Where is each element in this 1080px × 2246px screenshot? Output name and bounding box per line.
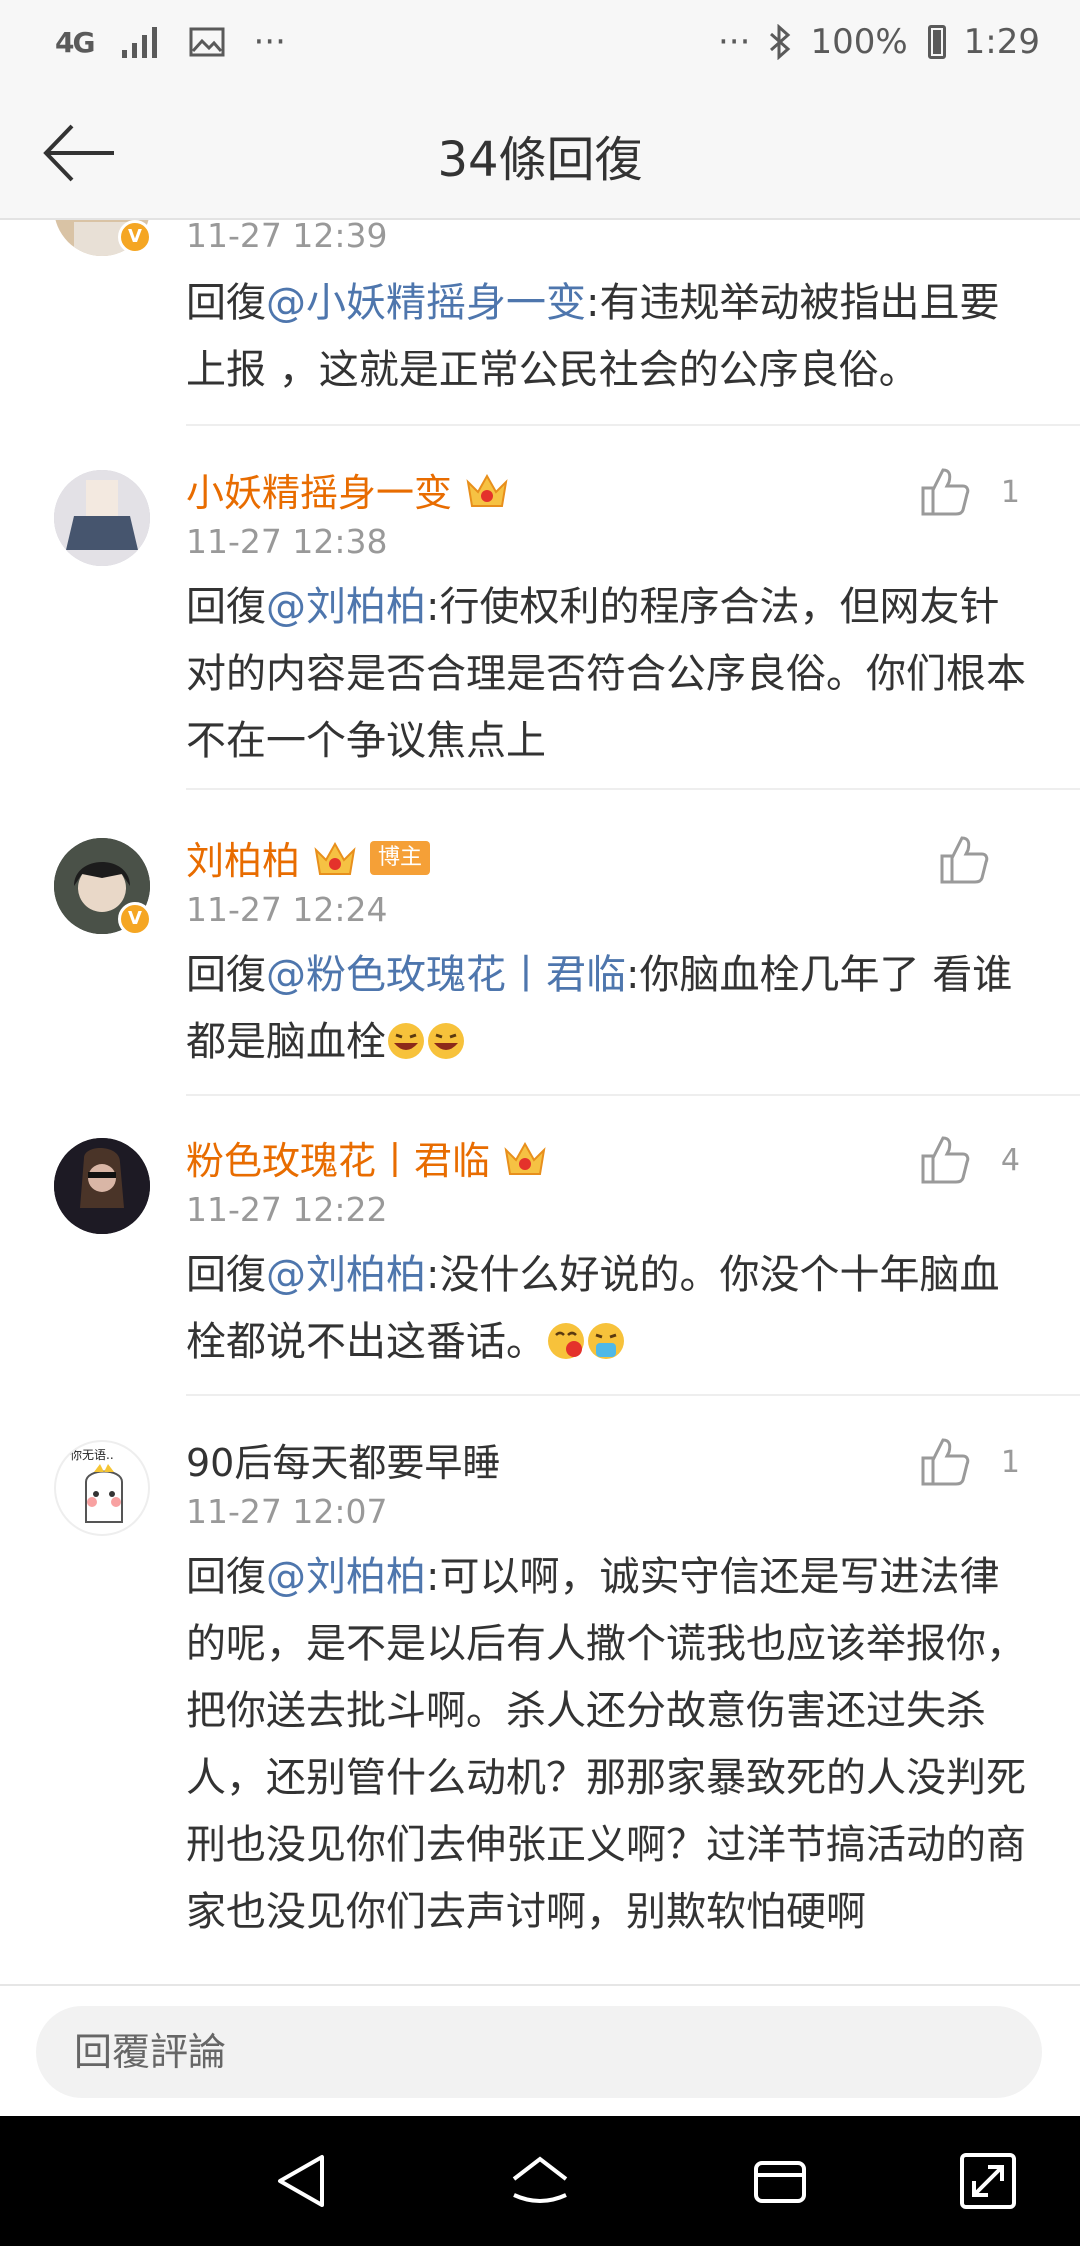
avatar[interactable]: [54, 1138, 150, 1234]
divider: [186, 1094, 1080, 1096]
username[interactable]: 刘柏柏 博主: [186, 830, 431, 885]
thumbs-up-icon: [921, 1438, 970, 1486]
username[interactable]: 粉色玫瑰花丨君临: [186, 1130, 548, 1185]
username[interactable]: 小妖精摇身一变: [186, 462, 510, 517]
avatar[interactable]: [54, 470, 150, 566]
avatar[interactable]: 你无语..: [54, 1440, 150, 1536]
divider: [186, 788, 1080, 790]
mention-link[interactable]: @粉色玫瑰花丨君临: [266, 952, 626, 998]
divider: [186, 424, 1080, 426]
image-icon: [189, 27, 225, 57]
comment-time: 11-27 12:22: [186, 1190, 388, 1229]
page-title: 34條回復: [437, 132, 643, 188]
reply-bar: 回覆評論: [0, 1984, 1080, 2118]
verified-icon: V: [118, 902, 152, 936]
comment-list[interactable]: V 11-27 12:39 回復@小妖精摇身一变:有违规举动被指出且要上报 ，这…: [0, 220, 1080, 1984]
reply-input[interactable]: 回覆評論: [36, 2006, 1042, 2098]
like-button[interactable]: 1: [919, 466, 1020, 518]
crown-icon: [314, 841, 356, 875]
mention-link[interactable]: @小妖精摇身一变: [266, 280, 586, 326]
comment-text[interactable]: 回復@小妖精摇身一变:有违规举动被指出且要上报 ，这就是正常公民社会的公序良俗。: [186, 270, 1036, 404]
thumbs-up-icon: [940, 836, 989, 884]
comment-time: 11-27 12:07: [186, 1492, 388, 1531]
crown-icon: [466, 473, 508, 507]
host-badge: 博主: [370, 840, 431, 875]
comment-text[interactable]: 回復@刘柏柏:可以啊，诚实守信还是写进法律的呢，是不是以后有人撒个谎我也应该举报…: [186, 1544, 1036, 1946]
comment-text[interactable]: 回復@粉色玫瑰花丨君临:你脑血栓几年了 看谁都是脑血栓: [186, 942, 1036, 1076]
network-indicator: 4G: [55, 25, 95, 59]
battery-icon: [927, 25, 946, 59]
status-bar: 4G ··· ··· 100% 1:29: [0, 0, 1080, 90]
crown-icon: [504, 1141, 546, 1175]
nav-recents-icon[interactable]: [750, 2151, 810, 2211]
signal-icon: [122, 27, 158, 58]
vomiting-emoji-icon: [588, 1323, 624, 1359]
avatar-caption: 你无语..: [70, 1448, 114, 1462]
comment-text[interactable]: 回復@刘柏柏:没什么好说的。你没个十年脑血栓都说不出这番话。: [186, 1242, 1036, 1376]
thumbs-up-icon: [921, 1136, 970, 1184]
drooling-emoji-icon: [548, 1323, 584, 1359]
nav-back-icon[interactable]: [272, 2151, 332, 2211]
battery-percent: 100%: [810, 22, 908, 62]
comment-time: 11-27 12:39: [186, 220, 388, 255]
laughing-emoji-icon: [388, 1023, 424, 1059]
nav-home-icon[interactable]: [510, 2151, 570, 2211]
status-more-icon: ···: [253, 22, 286, 62]
app-header: 34條回復: [0, 90, 1080, 220]
username[interactable]: 90后每天都要早睡: [186, 1432, 500, 1487]
status-more-icon: ···: [718, 22, 751, 62]
like-button[interactable]: 4: [919, 1134, 1020, 1186]
like-count: 4: [1000, 1142, 1020, 1178]
comment-text[interactable]: 回復@刘柏柏:行使权利的程序合法，但网友针对的内容是否合理是否符合公序良俗。你们…: [186, 574, 1036, 775]
thumbs-up-icon: [921, 468, 970, 516]
divider: [186, 1394, 1080, 1396]
comment-time: 11-27 12:24: [186, 890, 388, 929]
verified-icon: V: [118, 220, 152, 254]
mention-link[interactable]: @刘柏柏: [266, 1554, 426, 1600]
comment-time: 11-27 12:38: [186, 522, 388, 561]
like-button[interactable]: [938, 834, 1020, 886]
nav-expand-icon[interactable]: [958, 2151, 1018, 2211]
bluetooth-icon: [770, 24, 791, 60]
mention-link[interactable]: @刘柏柏: [266, 1252, 426, 1298]
like-count: 1: [1000, 1444, 1020, 1480]
like-button[interactable]: 1: [919, 1436, 1020, 1488]
laughing-emoji-icon: [428, 1023, 464, 1059]
mention-link[interactable]: @刘柏柏: [266, 584, 426, 630]
like-count: 1: [1000, 474, 1020, 510]
clock: 1:29: [963, 22, 1040, 62]
system-nav-bar: [0, 2116, 1080, 2246]
